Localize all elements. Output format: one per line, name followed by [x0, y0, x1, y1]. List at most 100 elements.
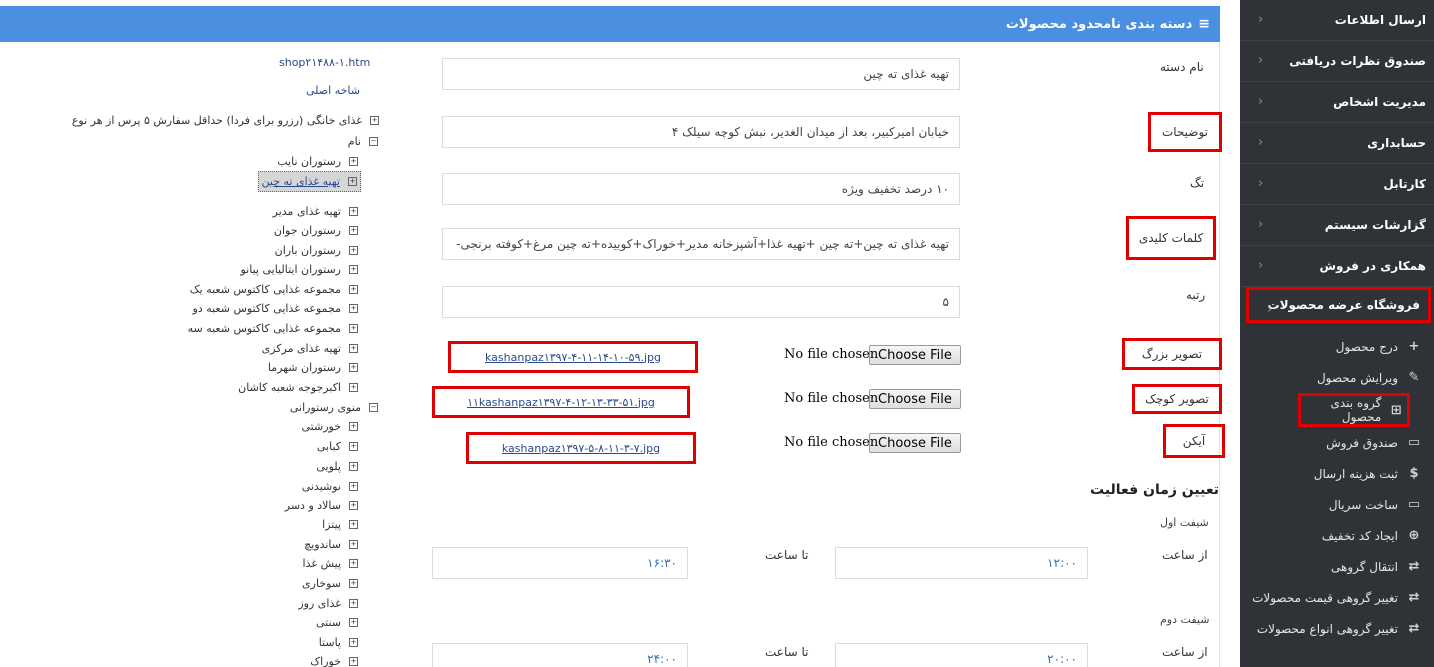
expand-icon[interactable]: +: [349, 482, 358, 491]
page-title: دسته بندی نامحدود محصولات: [1005, 16, 1193, 32]
sidebar-item-accounting[interactable]: حسابداری ‹: [1240, 123, 1434, 164]
expand-icon[interactable]: +: [349, 246, 358, 255]
sidebar-item-reports[interactable]: گزارشات سیستم ‹: [1240, 205, 1434, 246]
tree-node[interactable]: + مجموعه غذایی کاکتوس شعبه سه: [188, 322, 358, 335]
tree-node[interactable]: + غذای روز: [298, 597, 358, 610]
tree-node[interactable]: + رستوران شهرما: [268, 361, 358, 374]
tree-node[interactable]: − نام: [348, 135, 378, 148]
expand-icon[interactable]: +: [349, 265, 358, 274]
icon-file-link[interactable]: kashanpaz۱۳۹۷-۵-۸-۱۱-۳-۷.jpg: [466, 432, 696, 464]
big-image-choose-file-button[interactable]: Choose File: [869, 345, 961, 365]
rank-input[interactable]: ۵: [442, 286, 960, 318]
icon-label: آیکن: [1163, 424, 1225, 458]
tree-node[interactable]: + رستوران نایب: [277, 155, 358, 168]
submenu-group-price-change[interactable]: ⇄ تغییر گروهی قیمت محصولات: [1240, 582, 1434, 613]
submenu-group-type-change[interactable]: ⇄ تغییر گروهی انواع محصولات: [1240, 613, 1434, 644]
tree-node[interactable]: − منوی رستورانی: [290, 401, 378, 414]
expand-icon[interactable]: +: [349, 285, 358, 294]
tree-node[interactable]: + پیتزا: [322, 518, 358, 531]
tree-node[interactable]: + رستوران جوان: [274, 224, 358, 237]
expand-icon[interactable]: +: [349, 324, 358, 333]
submenu-sales-box[interactable]: ▭ صندوق فروش: [1240, 427, 1434, 458]
collapse-icon[interactable]: −: [369, 137, 378, 146]
expand-icon[interactable]: +: [349, 559, 358, 568]
small-image-file-link[interactable]: ۱۱kashanpaz۱۳۹۷-۴-۱۲-۱۳-۳۳-۵۱.jpg: [432, 386, 690, 418]
expand-icon[interactable]: +: [349, 383, 358, 392]
tag-input[interactable]: ۱۰ درصد تخفیف ویژه: [442, 173, 960, 205]
sidebar-item-affiliate[interactable]: همکاری در فروش ‹: [1240, 246, 1434, 287]
schedule-title: تعیین زمان فعالیت: [1090, 482, 1219, 498]
submenu-shipping-cost[interactable]: $ ثبت هزینه ارسال: [1240, 458, 1434, 489]
expand-icon[interactable]: +: [349, 304, 358, 313]
menu-icon[interactable]: ≡: [1198, 16, 1210, 32]
expand-icon[interactable]: +: [349, 618, 358, 627]
submenu-make-serial[interactable]: ▭ ساخت سریال: [1240, 489, 1434, 520]
tree-node[interactable]: + خوراک: [310, 655, 358, 667]
shift1-to-input[interactable]: ۱۶:۳۰: [432, 547, 688, 579]
expand-icon[interactable]: +: [349, 540, 358, 549]
expand-icon[interactable]: +: [349, 501, 358, 510]
expand-icon[interactable]: +: [349, 363, 358, 372]
icon-status: No file chosen: [784, 435, 879, 450]
expand-icon[interactable]: +: [349, 422, 358, 431]
tree-node[interactable]: + پلویی: [316, 460, 358, 473]
expand-icon[interactable]: +: [349, 599, 358, 608]
big-image-file-link[interactable]: kashanpaz۱۳۹۷-۴-۱۱-۱۴-۱۰-۵۹.jpg: [448, 341, 698, 373]
tree-node[interactable]: + سنتی: [316, 616, 358, 629]
exchange-icon: ⇄: [1408, 590, 1420, 605]
category-name-input[interactable]: تهیه غذای ته چین: [442, 58, 960, 90]
submenu-discount-code[interactable]: ⊕ ایجاد کد تخفیف: [1240, 520, 1434, 551]
sidebar-item-people[interactable]: مدیریت اشخاص ‹: [1240, 82, 1434, 123]
expand-icon[interactable]: +: [349, 579, 358, 588]
tree-node[interactable]: + تهیه غذای مرکزی: [262, 342, 358, 355]
shift2-to-input[interactable]: ۲۴:۰۰: [432, 643, 688, 667]
tree-node[interactable]: + مجموعه غذایی کاکتوس شعبه یک: [190, 283, 358, 296]
submenu-product-grouping[interactable]: ⊞ گروه بندی محصول: [1298, 393, 1410, 427]
expand-icon[interactable]: +: [349, 657, 358, 666]
file-link[interactable]: shop۲۱۴۸۸-۱.htm: [279, 56, 370, 69]
sidebar-item-comments-inbox[interactable]: صندوق نظرات دریافتی ‹: [1240, 41, 1434, 82]
tree-node[interactable]: + پاستا: [319, 636, 358, 649]
sidebar-item-cartable[interactable]: کارتابل ‹: [1240, 164, 1434, 205]
sidebar-item-send-info[interactable]: ارسال اطلاعات ‹: [1240, 0, 1434, 41]
tree-root[interactable]: شاخه اصلی: [306, 84, 360, 97]
tree-node-label: سالاد و دسر: [284, 499, 341, 512]
keywords-input[interactable]: تهیه غذای ته چین+ته چین +تهیه غذا+آشپزخا…: [442, 228, 960, 260]
shift2-from-input[interactable]: ۲۰:۰۰: [835, 643, 1088, 667]
tree-node[interactable]: + رستوران باران: [275, 244, 358, 257]
tree-node[interactable]: + خورشتی: [302, 420, 358, 433]
tree-node[interactable]: + رستوران ایتالیایی پیانو: [241, 263, 358, 276]
chevron-left-icon: ‹: [1258, 12, 1264, 27]
tree-node[interactable]: + پیش غذا: [303, 557, 358, 570]
shift1-from-input[interactable]: ۱۲:۰۰: [835, 547, 1088, 579]
tree-node[interactable]: + کبابی: [317, 440, 358, 453]
expand-icon[interactable]: +: [348, 177, 357, 186]
tree-node[interactable]: + سالاد و دسر: [285, 499, 358, 512]
small-image-choose-file-button[interactable]: Choose File: [869, 389, 961, 409]
tree-node[interactable]: + ساندویچ: [304, 538, 358, 551]
expand-icon[interactable]: +: [349, 520, 358, 529]
tree-node[interactable]: + اکبرجوجه شعبه کاشان: [238, 381, 358, 394]
expand-icon[interactable]: +: [349, 638, 358, 647]
expand-icon[interactable]: +: [349, 462, 358, 471]
icon-choose-file-button[interactable]: Choose File: [869, 433, 961, 453]
tree-node[interactable]: + سوخاری: [302, 577, 358, 590]
tree-node[interactable]: + نوشیدنی: [302, 480, 358, 493]
submenu-edit-product[interactable]: ✎ ویرایش محصول: [1240, 362, 1434, 393]
tree-node[interactable]: + مجموعه غذایی کاکتوس شعبه دو: [193, 302, 358, 315]
exchange-icon: ⇄: [1408, 621, 1420, 636]
collapse-icon[interactable]: −: [369, 403, 378, 412]
expand-icon[interactable]: +: [349, 344, 358, 353]
tree-node-selected[interactable]: + تهیه غذای ته چین: [257, 171, 361, 192]
description-input[interactable]: خیابان امیرکبیر، بعد از میدان الغدیر، نب…: [442, 116, 960, 148]
submenu-group-transfer[interactable]: ⇄ انتقال گروهی: [1240, 551, 1434, 582]
submenu-add-product[interactable]: + درج محصول: [1240, 331, 1434, 362]
tree-node[interactable]: + غذای خانگی (رزرو برای فردا) حداقل سفارش…: [72, 114, 379, 127]
expand-icon[interactable]: +: [349, 207, 358, 216]
tree-node[interactable]: + تهیه غذای مدیر: [273, 205, 358, 218]
expand-icon[interactable]: +: [349, 442, 358, 451]
sidebar-item-store[interactable]: فروشگاه عرضه محصولات ‹: [1246, 287, 1431, 323]
expand-icon[interactable]: +: [349, 157, 358, 166]
expand-icon[interactable]: +: [349, 226, 358, 235]
expand-icon[interactable]: +: [370, 116, 379, 125]
